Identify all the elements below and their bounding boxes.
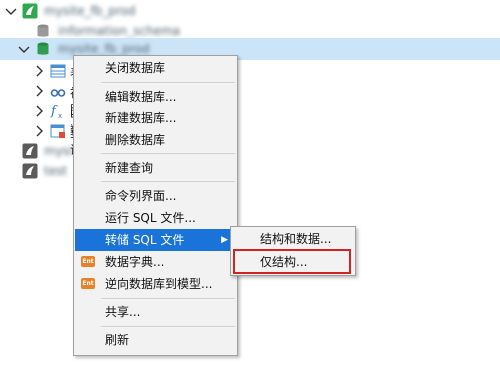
menu-item-reverse-to-model[interactable]: Ent 逆向数据库到模型... [75, 273, 236, 295]
connection-name: mysite_fb_prod [44, 4, 136, 18]
menu-item-label: 删除数据库 [105, 133, 166, 147]
database-icon [35, 41, 51, 57]
tree-row-connection[interactable]: mysite_fb_prod [0, 0, 500, 22]
svg-text:x: x [58, 112, 62, 119]
tree-row-views[interactable]: 视图 [0, 80, 73, 117]
table-icon [50, 63, 66, 79]
context-menu: 关闭数据库 编辑数据库... 新建数据库... 删除数据库 新建查询 命令列界面… [73, 55, 238, 356]
chevron-right-icon[interactable] [31, 83, 47, 99]
tree-row-queries[interactable]: 查询 [0, 120, 73, 157]
tree-row-functions[interactable]: fx 函数 [0, 100, 73, 137]
menu-item-label: 命令列界面... [105, 189, 177, 203]
menu-separator [101, 326, 235, 327]
menu-item-share[interactable]: 共享... [75, 301, 236, 323]
menu-item-label: 编辑数据库... [105, 90, 177, 104]
submenu-arrow-icon: ▶ [221, 235, 228, 245]
menu-item-label: 新建查询 [105, 161, 154, 175]
svg-text:f: f [50, 104, 58, 119]
chevron-right-icon[interactable] [31, 103, 47, 119]
menu-item-label: 运行 SQL 文件... [105, 211, 196, 225]
chevron-right-icon[interactable] [31, 63, 47, 79]
menu-item-label: 刷新 [105, 333, 130, 347]
menu-separator [101, 298, 235, 299]
tree-row-connection[interactable]: mysite [0, 140, 73, 162]
database-name: information_schema [58, 24, 181, 38]
function-icon: fx [50, 103, 66, 119]
enterprise-badge-icon: Ent [81, 256, 95, 267]
connection-icon [22, 163, 38, 179]
database-name: mysite_fb_prod [58, 42, 150, 56]
menu-item-new-database[interactable]: 新建数据库... [75, 107, 236, 129]
menu-item-console[interactable]: 命令列界面... [75, 185, 236, 207]
menu-item-edit-database[interactable]: 编辑数据库... [75, 86, 236, 108]
database-icon [35, 23, 51, 39]
connection-name: mysite [44, 144, 73, 158]
view-icon [50, 83, 66, 99]
highlight-callout [233, 249, 351, 274]
menu-item-label: 转储 SQL 文件 [105, 233, 185, 247]
submenu-item-structure-and-data[interactable]: 结构和数据... [232, 228, 354, 250]
menu-separator [101, 181, 235, 182]
menu-item-label: 关闭数据库 [105, 61, 166, 75]
menu-item-new-query[interactable]: 新建查询 [75, 157, 236, 179]
connection-name: test [44, 164, 68, 178]
menu-separator [101, 82, 235, 83]
connection-icon [22, 143, 38, 159]
chevron-down-icon[interactable] [3, 3, 19, 19]
menu-item-delete-database[interactable]: 删除数据库 [75, 129, 236, 151]
menu-item-run-sql[interactable]: 运行 SQL 文件... [75, 207, 236, 229]
tree-row-tables[interactable]: 表 [0, 60, 73, 82]
menu-item-label: 逆向数据库到模型... [105, 277, 213, 291]
connection-icon [22, 3, 38, 19]
submenu-item-label: 结构和数据... [260, 232, 332, 246]
chevron-down-icon[interactable] [16, 41, 32, 57]
chevron-right-icon[interactable] [31, 123, 47, 139]
query-icon [50, 123, 66, 139]
menu-item-refresh[interactable]: 刷新 [75, 329, 236, 351]
menu-item-close-database[interactable]: 关闭数据库 [75, 57, 236, 79]
tree-row-connection[interactable]: test [0, 160, 73, 182]
menu-item-data-dictionary[interactable]: Ent 数据字典... [75, 251, 236, 273]
menu-item-label: 共享... [105, 305, 141, 319]
enterprise-badge-icon: Ent [81, 278, 95, 289]
menu-item-dump-sql[interactable]: 转储 SQL 文件 ▶ [75, 229, 236, 251]
menu-item-label: 新建数据库... [105, 111, 177, 125]
menu-item-label: 数据字典... [105, 255, 165, 269]
menu-separator [101, 153, 235, 154]
